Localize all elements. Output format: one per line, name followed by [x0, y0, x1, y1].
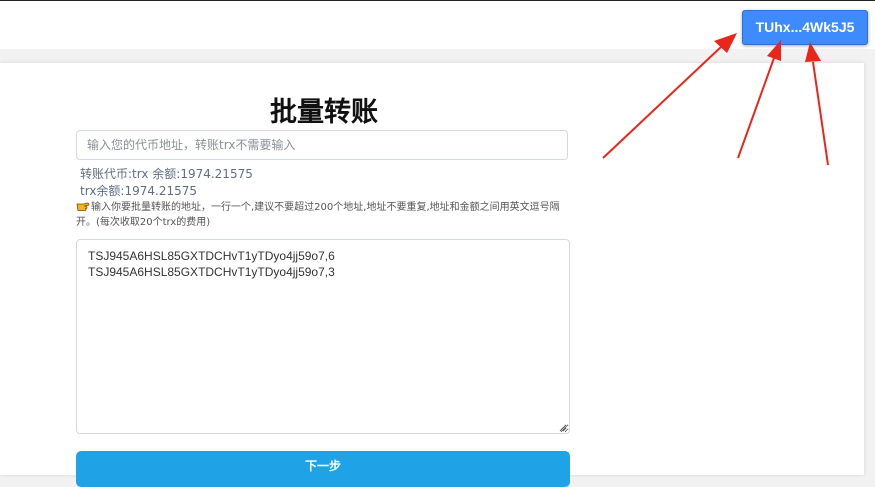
next-step-button[interactable]: 下一步	[76, 451, 570, 487]
resize-handle-icon[interactable]	[558, 423, 567, 432]
trx-balance-info: trx余额:1974.21575	[80, 184, 197, 198]
instructions-hint: 输入你要批量转账的地址，一行一个,建议不要超过200个地址,地址不要重复,地址和…	[76, 200, 576, 230]
pointing-hand-icon	[76, 202, 90, 211]
token-address-input[interactable]	[76, 130, 568, 160]
transfer-list-textarea[interactable]: TSJ945A6HSL85GXTDCHvT1yTDyo4jj59o7,6 TSJ…	[76, 239, 570, 434]
hint-text: 输入你要批量转账的地址，一行一个,建议不要超过200个地址,地址不要重复,地址和…	[76, 202, 560, 228]
token-balance-info: 转账代币:trx 余额:1974.21575	[80, 167, 253, 181]
page-title: 批量转账	[270, 97, 378, 128]
wallet-address-button[interactable]: TUhx...4Wk5J5	[742, 10, 868, 45]
top-bar: TUhx...4Wk5J5	[0, 0, 875, 49]
